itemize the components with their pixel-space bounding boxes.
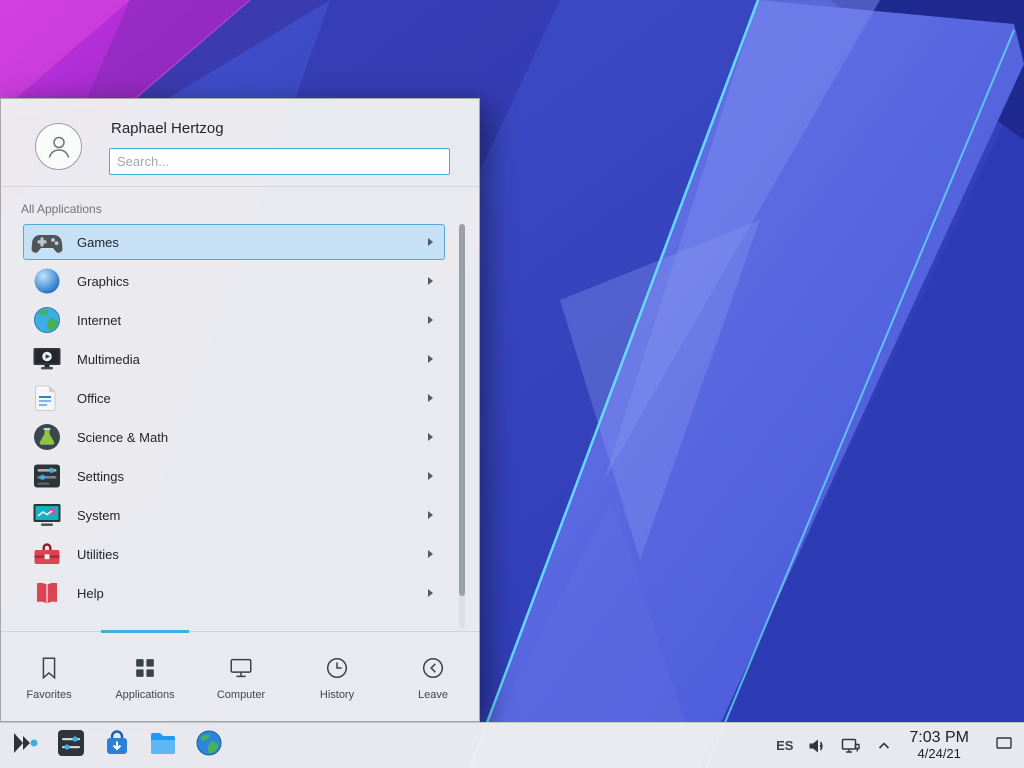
clock-time: 7:03 PM (909, 729, 969, 747)
category-system[interactable]: System (23, 497, 445, 533)
category-graphics[interactable]: Graphics (23, 263, 445, 299)
taskbar: ES 7:03 PM (0, 722, 1024, 768)
category-label: System (77, 508, 120, 523)
category-settings[interactable]: Settings (23, 458, 445, 494)
help-book-icon (31, 577, 63, 609)
category-help[interactable]: Help (23, 575, 445, 611)
tab-history[interactable]: History (289, 632, 385, 723)
chevron-right-icon (428, 511, 433, 519)
app-grid-icon (131, 654, 159, 682)
category-utilities[interactable]: Utilities (23, 536, 445, 572)
chevron-right-icon (428, 589, 433, 597)
category-label: Settings (77, 469, 124, 484)
category-office[interactable]: Office (23, 380, 445, 416)
chevron-right-icon (428, 472, 433, 480)
expand-panel-icon[interactable] (876, 738, 892, 754)
category-label: Science & Math (77, 430, 168, 445)
bookmark-icon (35, 654, 63, 682)
globe-icon (31, 304, 63, 336)
category-scrollbar (459, 224, 465, 628)
file-manager-icon (147, 727, 179, 764)
task-manager-settings-button[interactable] (52, 727, 90, 765)
desktop: Raphael Hertzog All Applications Games (0, 0, 1024, 768)
task-manager-settings-icon (55, 727, 87, 764)
tab-label: History (320, 689, 354, 701)
application-launcher-menu: Raphael Hertzog All Applications Games (0, 98, 480, 722)
gamepad-icon (31, 226, 63, 258)
category-label: Help (77, 586, 104, 601)
search-input[interactable] (109, 148, 450, 175)
section-label: All Applications (21, 202, 102, 216)
toolbox-icon (31, 538, 63, 570)
leave-icon (419, 654, 447, 682)
tab-leave[interactable]: Leave (385, 632, 481, 723)
flask-icon (31, 421, 63, 453)
computer-icon (227, 654, 255, 682)
show-desktop-icon (994, 733, 1014, 758)
category-list: Games Graphics (1, 221, 481, 631)
chevron-right-icon (428, 433, 433, 441)
volume-icon[interactable] (806, 735, 828, 757)
category-label: Multimedia (77, 352, 140, 367)
chevron-right-icon (428, 277, 433, 285)
web-browser-icon (193, 727, 225, 764)
digital-clock[interactable]: 7:03 PM 4/24/21 (909, 729, 969, 761)
app-menu-button[interactable] (6, 727, 44, 765)
category-label: Utilities (77, 547, 119, 562)
category-label: Internet (77, 313, 121, 328)
category-internet[interactable]: Internet (23, 302, 445, 338)
active-tab-indicator (101, 630, 189, 633)
tab-computer[interactable]: Computer (193, 632, 289, 723)
app-menu-icon (9, 727, 41, 764)
chevron-right-icon (428, 355, 433, 363)
settings-panel-icon (31, 460, 63, 492)
category-label: Graphics (77, 274, 129, 289)
scrollbar-thumb[interactable] (459, 224, 465, 596)
media-monitor-icon (31, 343, 63, 375)
user-name: Raphael Hertzog (111, 120, 224, 137)
keyboard-layout-indicator[interactable]: ES (776, 738, 793, 753)
clock-date: 4/24/21 (909, 747, 969, 762)
file-manager-button[interactable] (144, 727, 182, 765)
document-icon (31, 382, 63, 414)
tab-label: Computer (217, 689, 265, 701)
sphere-icon (31, 265, 63, 297)
clock-icon (323, 654, 351, 682)
tab-applications[interactable]: Applications (97, 632, 193, 723)
user-avatar[interactable] (35, 123, 82, 170)
tab-label: Favorites (26, 689, 71, 701)
system-tray: ES 7:03 PM (776, 726, 1018, 766)
chevron-right-icon (428, 238, 433, 246)
network-icon[interactable] (841, 735, 863, 757)
launcher-header: Raphael Hertzog (1, 99, 479, 187)
system-monitor-icon (31, 499, 63, 531)
tab-label: Leave (418, 689, 448, 701)
show-desktop-button[interactable] (990, 726, 1018, 766)
discover-icon (101, 727, 133, 764)
discover-button[interactable] (98, 727, 136, 765)
chevron-right-icon (428, 316, 433, 324)
chevron-right-icon (428, 550, 433, 558)
category-multimedia[interactable]: Multimedia (23, 341, 445, 377)
category-label: Office (77, 391, 111, 406)
tab-favorites[interactable]: Favorites (1, 632, 97, 723)
category-science-math[interactable]: Science & Math (23, 419, 445, 455)
launcher-tab-bar: Favorites Applications (1, 631, 481, 723)
chevron-right-icon (428, 394, 433, 402)
person-icon (44, 132, 74, 162)
category-games[interactable]: Games (23, 224, 445, 260)
tab-label: Applications (115, 689, 174, 701)
web-browser-button[interactable] (190, 727, 228, 765)
category-label: Games (77, 235, 119, 250)
